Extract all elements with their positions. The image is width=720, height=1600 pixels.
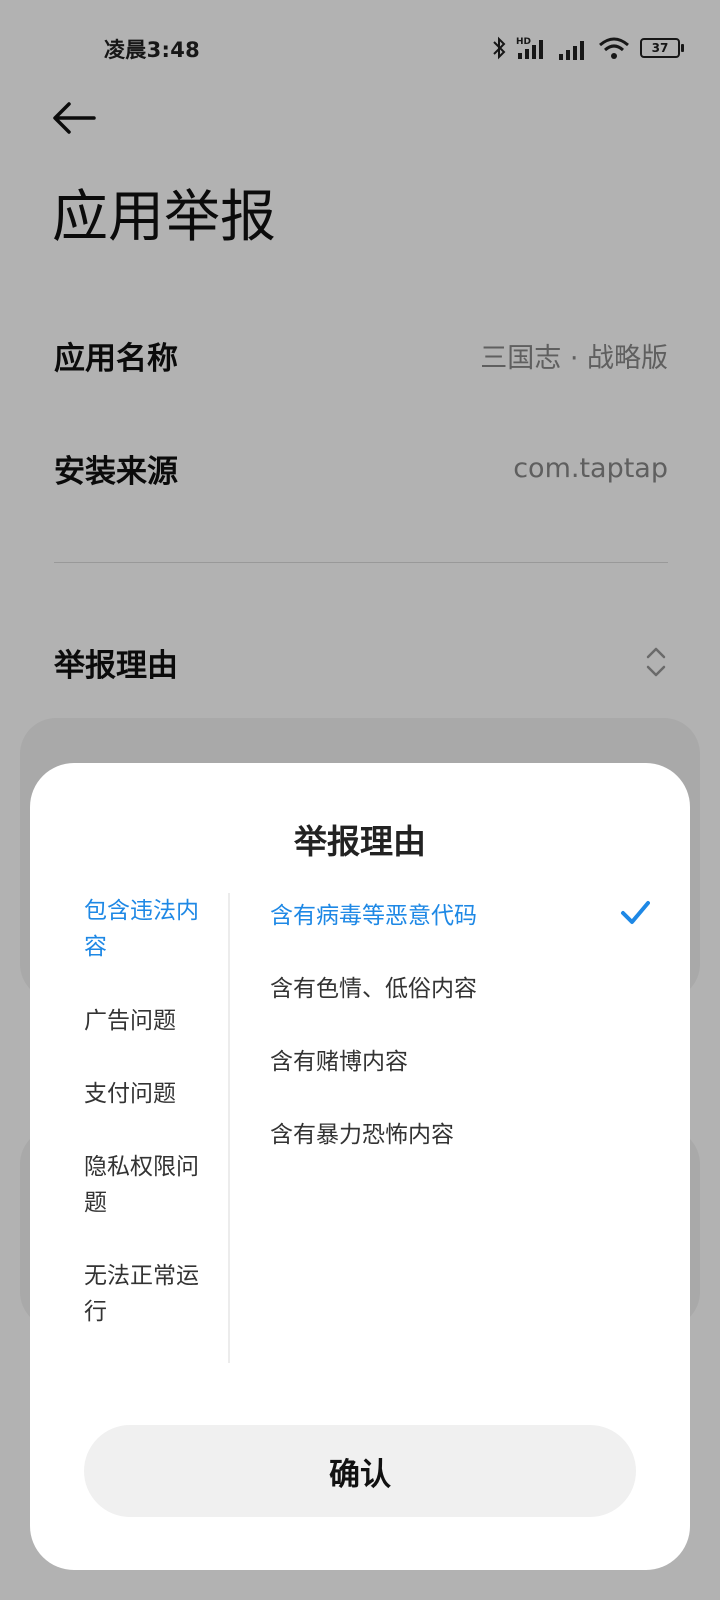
confirm-button[interactable]: 确认 <box>84 1425 636 1517</box>
reason-label: 含有暴力恐怖内容 <box>270 1122 454 1148</box>
category-item-cannot-run[interactable]: 无法正常运行 <box>84 1258 214 1330</box>
reason-item-malicious-code[interactable]: 含有病毒等恶意代码 <box>270 888 650 938</box>
check-icon <box>621 901 650 924</box>
category-item-privacy[interactable]: 隐私权限问题 <box>84 1149 214 1221</box>
reason-label: 含有病毒等恶意代码 <box>270 903 477 929</box>
category-item-ads[interactable]: 广告问题 <box>84 1003 214 1039</box>
vertical-divider <box>228 893 230 1363</box>
reason-item-pornographic[interactable]: 含有色情、低俗内容 <box>270 961 650 1011</box>
reason-item-violence[interactable]: 含有暴力恐怖内容 <box>270 1107 650 1157</box>
reason-label: 含有赌博内容 <box>270 1049 408 1075</box>
report-reason-sheet: 举报理由 包含违法内容 广告问题 支付问题 隐私权限问题 无法正常运行 含有病毒… <box>30 763 690 1570</box>
reason-item-gambling[interactable]: 含有赌博内容 <box>270 1034 650 1084</box>
sheet-title: 举报理由 <box>294 822 426 861</box>
category-item-payment[interactable]: 支付问题 <box>84 1076 214 1112</box>
reason-label: 含有色情、低俗内容 <box>270 976 477 1002</box>
category-item-illegal-content[interactable]: 包含违法内容 <box>84 893 214 965</box>
